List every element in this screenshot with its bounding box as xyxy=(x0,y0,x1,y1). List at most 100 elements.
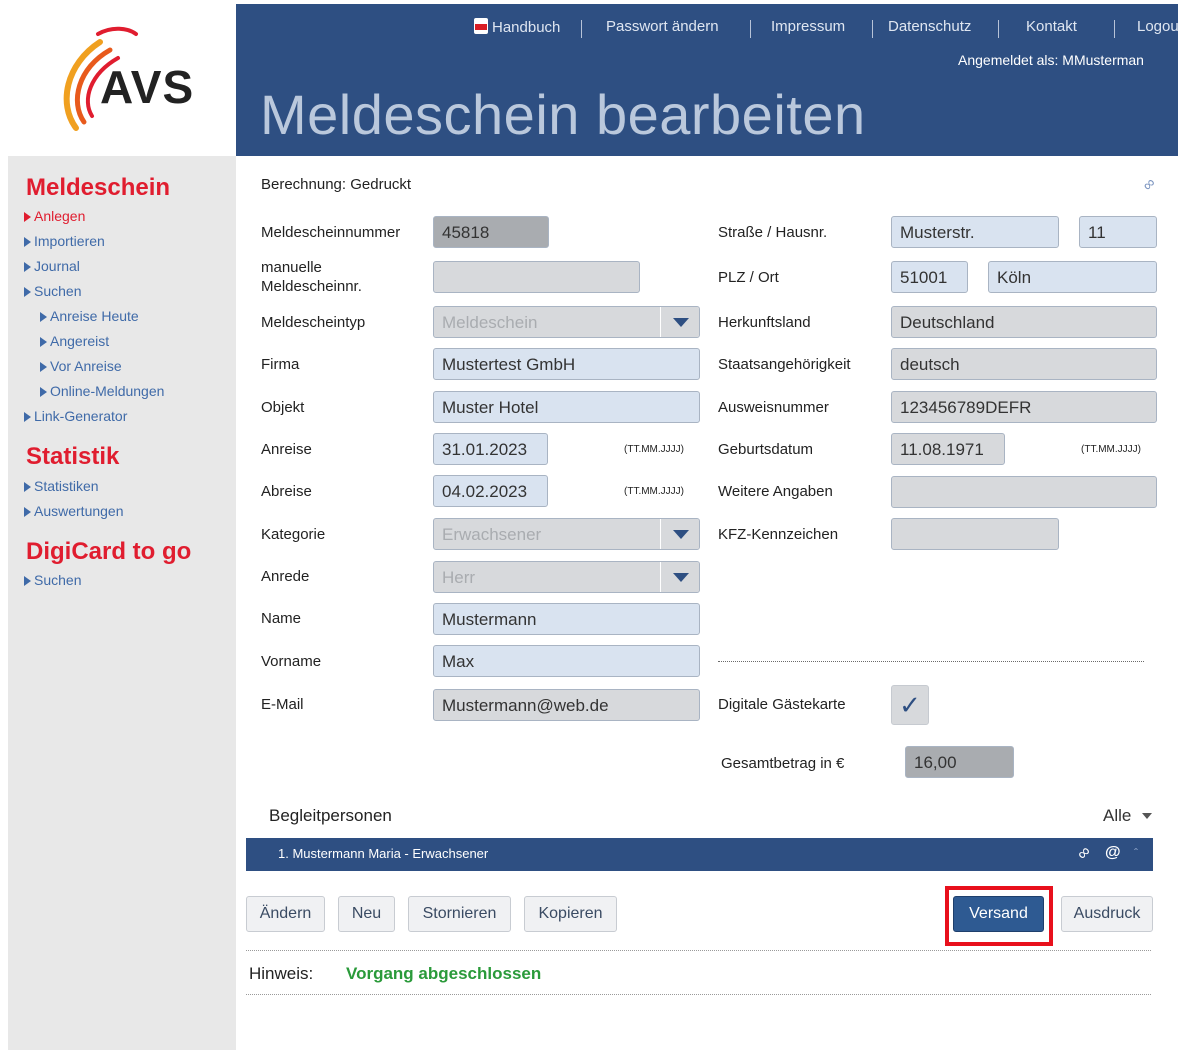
sidebar-item-label: Online-Meldungen xyxy=(50,383,165,399)
staatsangehoerigkeit-field[interactable]: deutsch xyxy=(891,348,1157,380)
meldescheintyp-select[interactable]: Meldeschein xyxy=(433,306,700,338)
label-weitere-angaben: Weitere Angaben xyxy=(718,483,833,500)
label-ausweisnummer: Ausweisnummer xyxy=(718,399,829,416)
sidebar-item-label: Anlegen xyxy=(34,208,86,224)
strasse-field[interactable]: Musterstr. xyxy=(891,216,1059,248)
sidebar-item-online-meldungen[interactable]: Online-Meldungen xyxy=(40,383,164,399)
label-anrede: Anrede xyxy=(261,568,310,585)
nav-separator xyxy=(998,18,999,40)
ausdruck-button[interactable]: Ausdruck xyxy=(1061,896,1153,932)
ausweisnummer-field[interactable]: 123456789DEFR xyxy=(891,391,1157,423)
label-strasse: Straße / Hausnr. xyxy=(718,224,828,241)
nav-separator xyxy=(581,18,582,40)
pdf-icon xyxy=(474,18,488,34)
versand-button[interactable]: Versand xyxy=(953,896,1044,932)
label-digitale-gaestekarte: Digitale Gästekarte xyxy=(718,696,846,713)
label-manuelle-meldescheinnr: manuelle Meldescheinnr. xyxy=(261,259,362,295)
chevron-down-icon[interactable] xyxy=(660,307,699,337)
label-staatsangehoerigkeit: Staatsangehörigkeit xyxy=(718,356,851,373)
logo-text: AVS xyxy=(100,61,195,113)
sidebar-item-label: Auswertungen xyxy=(34,503,124,519)
sidebar-item-angereist[interactable]: Angereist xyxy=(40,333,109,349)
sidebar-heading-meldeschein: Meldeschein xyxy=(26,174,171,201)
manuelle-meldescheinnr-field[interactable] xyxy=(433,261,640,293)
meldescheintyp-value: Meldeschein xyxy=(442,313,538,332)
label-firma: Firma xyxy=(261,356,300,373)
anrede-select[interactable]: Herr xyxy=(433,561,700,593)
weitere-angaben-field[interactable] xyxy=(891,476,1157,508)
geburtsdatum-field[interactable]: 11.08.1971 xyxy=(891,433,1005,465)
triangle-icon xyxy=(40,387,47,397)
nav-handbuch-label: Handbuch xyxy=(492,19,561,36)
chevron-down-icon[interactable] xyxy=(660,562,699,592)
sidebar-item-label: Anreise Heute xyxy=(50,308,139,324)
filter-label: Alle xyxy=(1103,806,1132,825)
sidebar-item-importieren[interactable]: Importieren xyxy=(24,233,105,249)
nav-datenschutz[interactable]: Datenschutz xyxy=(888,18,971,40)
sidebar-item-suchen[interactable]: Suchen xyxy=(24,283,81,299)
nav-handbuch[interactable]: Handbuch xyxy=(474,18,560,40)
ort-field[interactable]: Köln xyxy=(988,261,1157,293)
triangle-icon xyxy=(24,482,31,492)
sidebar-item-journal[interactable]: Journal xyxy=(24,258,80,274)
name-field[interactable]: Mustermann xyxy=(433,603,700,635)
begleitpersonen-filter[interactable]: Alle xyxy=(1103,806,1153,826)
objekt-field[interactable]: Muster Hotel xyxy=(433,391,700,423)
sidebar-item-anreise-heute[interactable]: Anreise Heute xyxy=(40,308,139,324)
sidebar-item-auswertungen[interactable]: Auswertungen xyxy=(24,503,124,519)
geburtsdatum-format-hint: (TT.MM.JJJJ) xyxy=(1081,444,1141,455)
label-kfz-kennzeichen: KFZ-Kennzeichen xyxy=(718,526,839,543)
label-gesamtbetrag: Gesamtbetrag in € xyxy=(721,755,845,772)
sidebar-heading-digicard: DigiCard to go xyxy=(26,538,192,565)
sidebar-item-link-generator[interactable]: Link-Generator xyxy=(24,408,127,424)
firma-field[interactable]: Mustertest GmbH xyxy=(433,348,700,380)
chevron-down-icon[interactable] xyxy=(660,519,699,549)
label-email: E-Mail xyxy=(261,696,304,713)
hinweis-text: Vorgang abgeschlossen xyxy=(346,964,542,983)
digitale-gaestekarte-checkbox[interactable]: ✓ xyxy=(891,685,929,725)
sidebar-heading-statistik: Statistik xyxy=(26,443,120,470)
herkunftsland-field[interactable]: Deutschland xyxy=(891,306,1157,338)
anreise-field[interactable]: 31.01.2023 xyxy=(433,433,548,465)
email-icon[interactable]: @ xyxy=(1105,844,1121,862)
meldescheinnummer-field[interactable]: 45818 xyxy=(433,216,549,248)
gesamtbetrag-field: 16,00 xyxy=(905,746,1014,778)
neu-button[interactable]: Neu xyxy=(338,896,395,932)
triangle-icon xyxy=(24,237,31,247)
sidebar-item-statistiken[interactable]: Statistiken xyxy=(24,478,99,494)
sidebar-item-digicard-suchen[interactable]: Suchen xyxy=(24,572,81,588)
nav-impressum[interactable]: Impressum xyxy=(771,18,845,40)
hinweis-label: Hinweis: xyxy=(249,964,314,983)
sidebar-item-anlegen[interactable]: Anlegen xyxy=(24,208,85,224)
label-geburtsdatum: Geburtsdatum xyxy=(718,441,814,458)
triangle-icon xyxy=(24,576,31,586)
kategorie-select[interactable]: Erwachsener xyxy=(433,518,700,550)
nav-logout[interactable]: Logou xyxy=(1137,18,1178,40)
triangle-icon xyxy=(40,337,47,347)
stornieren-button[interactable]: Stornieren xyxy=(408,896,511,932)
begleitperson-row[interactable]: 1. Mustermann Maria - Erwachsener ∞ @ ˆ xyxy=(246,838,1153,871)
divider xyxy=(718,661,1144,662)
sidebar-item-label: Suchen xyxy=(34,572,82,588)
kfz-kennzeichen-field[interactable] xyxy=(891,518,1059,550)
plz-field[interactable]: 51001 xyxy=(891,261,968,293)
label-objekt: Objekt xyxy=(261,399,305,416)
kopieren-button[interactable]: Kopieren xyxy=(524,896,617,932)
email-field[interactable]: Mustermann@web.de xyxy=(433,689,700,721)
link-icon[interactable]: ∞ xyxy=(1139,175,1160,196)
link-icon[interactable]: ∞ xyxy=(1073,842,1096,865)
chevron-up-icon[interactable]: ˆ xyxy=(1134,846,1138,860)
left-edge xyxy=(8,4,17,1050)
aendern-button[interactable]: Ändern xyxy=(246,896,325,932)
vorname-field[interactable]: Max xyxy=(433,645,700,677)
nav-passwort[interactable]: Passwort ändern xyxy=(606,18,719,40)
abreise-field[interactable]: 04.02.2023 xyxy=(433,475,548,507)
triangle-icon xyxy=(24,412,31,422)
nav-kontakt[interactable]: Kontakt xyxy=(1026,18,1077,40)
logged-in-user: Angemeldet als: MMusterman xyxy=(958,52,1144,68)
label-anreise: Anreise xyxy=(261,441,312,458)
sidebar-item-vor-anreise[interactable]: Vor Anreise xyxy=(40,358,122,374)
sidebar-item-label: Angereist xyxy=(50,333,110,349)
label-meldescheinnummer: Meldescheinnummer xyxy=(261,224,401,241)
hausnr-field[interactable]: 11 xyxy=(1079,216,1157,248)
